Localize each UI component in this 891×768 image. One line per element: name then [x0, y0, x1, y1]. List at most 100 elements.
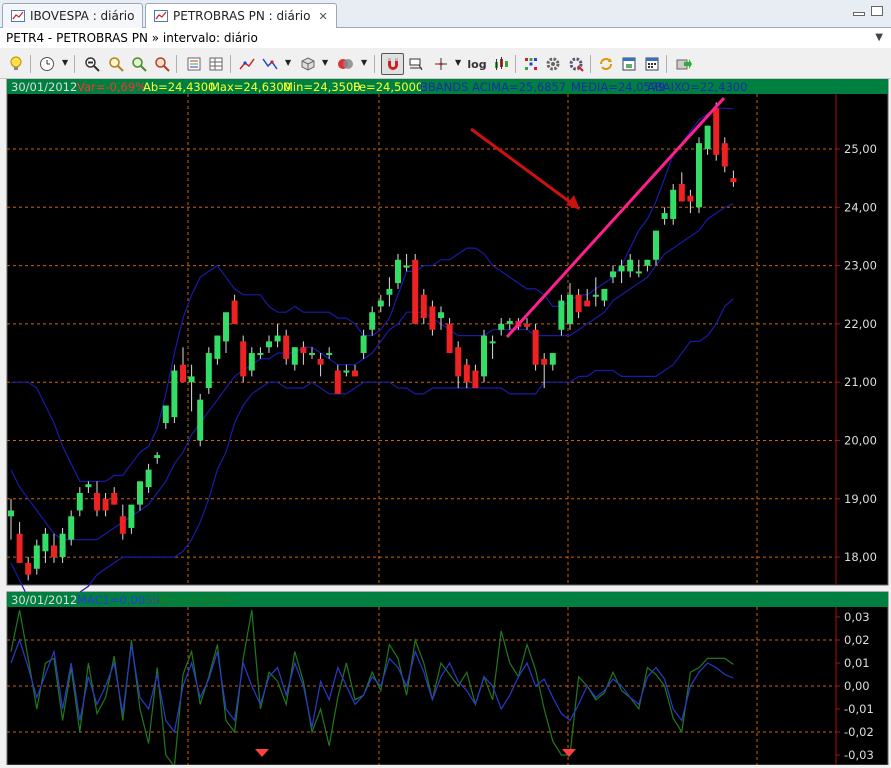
candle-body: [42, 533, 49, 552]
candle-body: [403, 265, 410, 268]
candle-body: [549, 353, 556, 365]
candles-icon[interactable]: [491, 54, 511, 74]
database-icon[interactable]: [336, 54, 356, 74]
cursor-icon[interactable]: [431, 54, 451, 74]
table-icon[interactable]: [206, 54, 226, 74]
chart-title: PETR4 - PETROBRAS PN » intervalo: diário: [6, 31, 258, 45]
candle-body: [111, 492, 118, 505]
candle-body: [188, 376, 195, 383]
settings-icon[interactable]: [566, 54, 586, 74]
candle-body: [412, 259, 419, 324]
chart-area: 30/01/2012 Var=-0,69% Ab=24,4300 Max=24,…: [0, 78, 891, 768]
price-tick-label: 21,00: [844, 375, 877, 389]
candle-body: [326, 353, 333, 356]
close-icon[interactable]: ✕: [318, 10, 327, 23]
zoom-in-icon[interactable]: [106, 54, 126, 74]
candle-body: [240, 341, 247, 377]
macd-tick-label: 0,03: [844, 610, 870, 624]
candle-body: [59, 533, 66, 558]
candle-body: [360, 335, 367, 354]
macd-info-date: 30/01/2012: [11, 593, 77, 607]
candle-body: [532, 329, 539, 365]
candle-body: [524, 323, 530, 327]
candle-body: [102, 498, 109, 511]
macd-tick-label: -0,03: [844, 748, 874, 762]
zoom-fit-icon[interactable]: [82, 54, 102, 74]
cube-icon[interactable]: [298, 54, 318, 74]
candle-body: [696, 143, 702, 208]
candle-body: [541, 358, 548, 365]
tab-ibovespa[interactable]: IBOVESPA : diário: [2, 3, 144, 28]
candle-body: [309, 353, 315, 356]
zoom-out-icon[interactable]: [129, 54, 149, 74]
candle-body: [223, 312, 229, 342]
candle-body: [16, 533, 23, 563]
view-menu-icon[interactable]: ▼: [875, 28, 883, 48]
minimize-button[interactable]: [853, 12, 865, 16]
candle-body: [51, 545, 57, 558]
candle-body: [68, 516, 75, 540]
price-info-open: Ab=24,4300: [143, 80, 215, 94]
candle-body: [145, 469, 152, 488]
macd-tick-label: -0,01: [844, 702, 874, 716]
macd-panel[interactable]: [6, 591, 889, 766]
candle-body: [575, 294, 582, 313]
candle-body: [76, 492, 83, 511]
calc-icon[interactable]: [642, 54, 662, 74]
candle-body: [85, 484, 92, 488]
chevron-down-icon[interactable]: ▼: [361, 58, 367, 67]
candle-body: [678, 183, 685, 202]
candle-body: [498, 323, 505, 330]
crosshair-icon[interactable]: [406, 54, 426, 74]
chevron-down-icon[interactable]: ▼: [62, 58, 68, 67]
candle-body: [446, 323, 453, 354]
price-tick-label: 18,00: [844, 550, 877, 564]
candle-body: [171, 370, 178, 418]
price-tick-label: 24,00: [844, 200, 877, 214]
candle-body: [670, 189, 677, 219]
price-tick-label: 22,00: [844, 317, 877, 331]
candle-body: [455, 347, 462, 377]
candle-body: [274, 335, 281, 342]
line-tool-icon[interactable]: [237, 54, 257, 74]
price-tick-label: 25,00: [844, 142, 877, 156]
chevron-down-icon[interactable]: ▼: [322, 58, 328, 67]
editor-tab-bar: IBOVESPA : diário PETROBRAS PN : diário …: [0, 0, 891, 28]
chevron-down-icon[interactable]: ▼: [285, 58, 291, 67]
candle-body: [730, 178, 737, 183]
window-icon[interactable]: [619, 54, 639, 74]
log-icon[interactable]: log: [466, 54, 488, 74]
candle-body: [429, 306, 436, 330]
zoom-reset-icon[interactable]: [152, 54, 172, 74]
price-info-max: Max=24,6300: [210, 80, 291, 94]
candle-body: [610, 271, 616, 278]
candle-body: [283, 335, 290, 359]
chart-svg[interactable]: 30/01/2012 Var=-0,69% Ab=24,4300 Max=24,…: [0, 78, 891, 768]
magnet-icon[interactable]: [381, 53, 404, 75]
gear-icon[interactable]: [543, 54, 563, 74]
grid-icon[interactable]: [521, 54, 541, 74]
lightbulb-icon[interactable]: [6, 54, 26, 74]
candle-body: [352, 370, 358, 377]
bbands-upper-label: BBANDS ACIMA=25,6857: [420, 80, 566, 94]
trend-icon[interactable]: [260, 54, 280, 74]
macd2-label: MAC2=0,0094: [148, 593, 231, 607]
candle-body: [257, 353, 264, 356]
list-icon[interactable]: [184, 54, 204, 74]
candle-body: [644, 259, 651, 266]
candle-body: [584, 300, 591, 307]
export-icon[interactable]: [674, 54, 694, 74]
tab-label: PETROBRAS PN : diário: [173, 9, 311, 23]
candle-body: [137, 481, 143, 505]
candle-body: [128, 504, 135, 528]
candle-body: [489, 341, 496, 344]
candle-body: [653, 230, 659, 260]
tab-petrobras[interactable]: PETROBRAS PN : diário ✕: [145, 3, 337, 28]
refresh-icon[interactable]: [596, 54, 616, 74]
clock-icon[interactable]: [37, 54, 57, 74]
candle-body: [438, 312, 444, 319]
chevron-down-icon[interactable]: ▼: [455, 58, 461, 67]
maximize-button[interactable]: [871, 6, 883, 16]
price-tick-label: 19,00: [844, 492, 877, 506]
candle-body: [197, 399, 204, 441]
